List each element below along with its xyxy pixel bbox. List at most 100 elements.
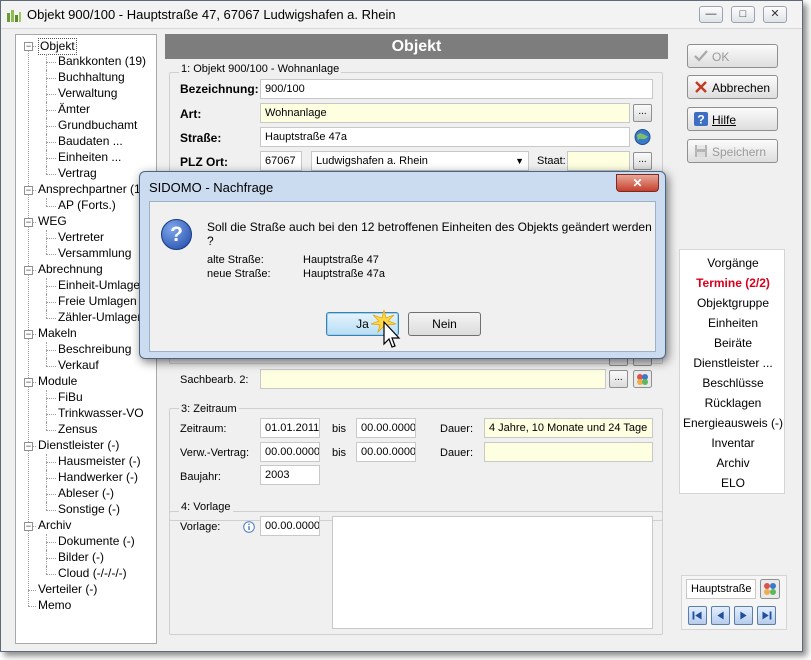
tree-item-verkauf[interactable]: Verkauf bbox=[58, 358, 99, 373]
previous-icon bbox=[717, 611, 724, 620]
verw-from-field[interactable]: 00.00.0000 bbox=[260, 442, 320, 462]
baujahr-field[interactable]: 2003 bbox=[260, 465, 320, 485]
zeitraum-to-field[interactable]: 00.00.0000 bbox=[356, 418, 416, 438]
tree-item-abrechnung[interactable]: Abrechnung bbox=[38, 262, 103, 277]
tree-item-objekt[interactable]: Objekt bbox=[38, 38, 77, 55]
last-record-button[interactable] bbox=[757, 606, 776, 625]
close-window-button[interactable]: ✕ bbox=[763, 6, 787, 23]
art-field[interactable]: Wohnanlage bbox=[260, 103, 630, 123]
tree-item-baudaten[interactable]: Baudaten ... bbox=[58, 134, 123, 149]
tree-branch-line bbox=[46, 342, 47, 358]
link-dienstleister[interactable]: Dienstleister ... bbox=[680, 356, 786, 370]
no-button[interactable]: Nein bbox=[408, 312, 481, 336]
vorlage-date-field[interactable]: 00.00.0000 bbox=[260, 516, 320, 536]
tree-collapse-toggle[interactable]: − bbox=[24, 266, 33, 275]
tree-collapse-toggle[interactable]: − bbox=[24, 218, 33, 227]
tree-collapse-toggle[interactable]: − bbox=[24, 442, 33, 451]
tree-item-handwerker[interactable]: Handwerker (-) bbox=[58, 470, 138, 485]
maximize-button[interactable]: □ bbox=[731, 6, 755, 23]
tree-collapse-toggle[interactable]: − bbox=[24, 42, 33, 51]
sachbearb2-field[interactable] bbox=[260, 369, 606, 389]
next-record-button[interactable] bbox=[734, 606, 753, 625]
tree-item-versammlung[interactable]: Versammlung bbox=[58, 246, 131, 261]
tree-item-zensus[interactable]: Zensus bbox=[58, 422, 97, 437]
vorlage-memo[interactable] bbox=[332, 516, 653, 629]
tree-item-ansprechpartner-1[interactable]: Ansprechpartner (1) bbox=[38, 182, 145, 197]
link-vorgänge[interactable]: Vorgänge bbox=[680, 256, 786, 270]
link-rücklagen[interactable]: Rücklagen bbox=[680, 396, 786, 410]
tree-item-fibu[interactable]: FiBu bbox=[58, 390, 83, 405]
tree-connector bbox=[46, 574, 56, 575]
sachbearb2-select-button[interactable]: ... bbox=[609, 370, 628, 388]
tree-item-freie-umlagen[interactable]: Freie Umlagen bbox=[58, 294, 137, 309]
dialog-message: Soll die Straße auch bei den 12 betroffe… bbox=[207, 220, 652, 248]
tree-collapse-toggle[interactable]: − bbox=[24, 378, 33, 387]
tree-item-archiv[interactable]: Archiv bbox=[38, 518, 71, 533]
link-inventar[interactable]: Inventar bbox=[680, 436, 786, 450]
contacts-icon[interactable] bbox=[760, 579, 780, 599]
tree-item-module[interactable]: Module bbox=[38, 374, 77, 389]
new-street-label: neue Straße: bbox=[207, 268, 271, 280]
plz-field[interactable]: 67067 bbox=[260, 151, 302, 171]
tree-item-grundbuchamt[interactable]: Grundbuchamt bbox=[58, 118, 137, 133]
tree-item-vertreter[interactable]: Vertreter bbox=[58, 230, 104, 245]
zeitraum-from-field[interactable]: 01.01.2011 bbox=[260, 418, 320, 438]
verw-to-field[interactable]: 00.00.0000 bbox=[356, 442, 416, 462]
first-record-button[interactable] bbox=[688, 606, 707, 625]
tree-item-weg[interactable]: WEG bbox=[38, 214, 67, 229]
tree-branch-line bbox=[46, 134, 47, 150]
tree-item-ableser[interactable]: Ableser (-) bbox=[58, 486, 114, 501]
tree-item-ämter[interactable]: Ämter bbox=[58, 102, 90, 117]
previous-record-button[interactable] bbox=[711, 606, 730, 625]
abbrechen-button[interactable]: Abbrechen bbox=[687, 75, 778, 99]
ok-button[interactable]: OK bbox=[687, 44, 778, 68]
tree-item-dienstleister[interactable]: Dienstleister (-) bbox=[38, 438, 119, 453]
tree-item-einheiten[interactable]: Einheiten ... bbox=[58, 150, 121, 165]
tree-item-vertrag[interactable]: Vertrag bbox=[58, 166, 97, 181]
minimize-button[interactable]: — bbox=[699, 6, 723, 23]
tree-collapse-toggle[interactable]: − bbox=[24, 186, 33, 195]
link-termine-2-2[interactable]: Termine (2/2) bbox=[680, 276, 786, 290]
art-select-button[interactable]: ... bbox=[633, 104, 652, 122]
tree-item-cloud[interactable]: Cloud (-/-/-/-) bbox=[58, 566, 127, 581]
link-archiv[interactable]: Archiv bbox=[680, 456, 786, 470]
tree-item-trinkwasser-vo[interactable]: Trinkwasser-VO bbox=[58, 406, 144, 421]
speichern-button[interactable]: Speichern bbox=[687, 139, 778, 163]
tree-item-hausmeister[interactable]: Hausmeister (-) bbox=[58, 454, 141, 469]
tree-item-einheit-umlagen[interactable]: Einheit-Umlagen bbox=[58, 278, 147, 293]
tree-item-beschreibung[interactable]: Beschreibung bbox=[58, 342, 131, 357]
tree-collapse-toggle[interactable]: − bbox=[24, 522, 33, 531]
tree-collapse-toggle[interactable]: − bbox=[24, 330, 33, 339]
tree-item-verwaltung[interactable]: Verwaltung bbox=[58, 86, 117, 101]
hilfe-button[interactable]: ? Hilfe bbox=[687, 107, 778, 131]
staat-select-button[interactable]: ... bbox=[633, 152, 652, 170]
tree-item-makeln[interactable]: Makeln bbox=[38, 326, 77, 341]
dialog-close-button[interactable]: ✕ bbox=[616, 174, 659, 192]
staat-field[interactable] bbox=[567, 151, 630, 171]
tree-item-memo[interactable]: Memo bbox=[38, 598, 71, 613]
ort-dropdown[interactable]: Ludwigshafen a. Rhein ▼ bbox=[311, 151, 529, 171]
link-elo[interactable]: ELO bbox=[680, 476, 786, 490]
link-einheiten[interactable]: Einheiten bbox=[680, 316, 786, 330]
question-icon: ? bbox=[161, 219, 192, 250]
link-energieausweis[interactable]: Energieausweis (-) bbox=[680, 416, 786, 430]
strasse-field[interactable]: Hauptstraße 47a bbox=[260, 127, 630, 147]
info-icon[interactable] bbox=[243, 521, 255, 533]
tree-item-bilder[interactable]: Bilder (-) bbox=[58, 550, 104, 565]
tree-item-bankkonten-19[interactable]: Bankkonten (19) bbox=[58, 54, 146, 69]
tree-item-zähler-umlagen[interactable]: Zähler-Umlagen bbox=[58, 310, 144, 325]
globe-icon[interactable] bbox=[633, 128, 652, 146]
tree-item-dokumente[interactable]: Dokumente (-) bbox=[58, 534, 135, 549]
tree-item-sonstige[interactable]: Sonstige (-) bbox=[58, 502, 120, 517]
bezeichnung-field[interactable]: 900/100 bbox=[260, 79, 653, 99]
tree-connector bbox=[46, 78, 56, 79]
tree-item-buchhaltung[interactable]: Buchhaltung bbox=[58, 70, 125, 85]
tree-item-ap-forts[interactable]: AP (Forts.) bbox=[58, 198, 116, 213]
contacts-icon[interactable] bbox=[633, 370, 652, 388]
tree-item-verteiler[interactable]: Verteiler (-) bbox=[38, 582, 97, 597]
link-beschlüsse[interactable]: Beschlüsse bbox=[680, 376, 786, 390]
link-objektgruppe[interactable]: Objektgruppe bbox=[680, 296, 786, 310]
title-bar[interactable]: Objekt 900/100 - Hauptstraße 47, 67067 L… bbox=[1, 1, 802, 29]
related-links-panel: Vorgänge Termine (2/2) Objektgruppe Einheit… bbox=[679, 249, 785, 494]
link-beiräte[interactable]: Beiräte bbox=[680, 336, 786, 350]
